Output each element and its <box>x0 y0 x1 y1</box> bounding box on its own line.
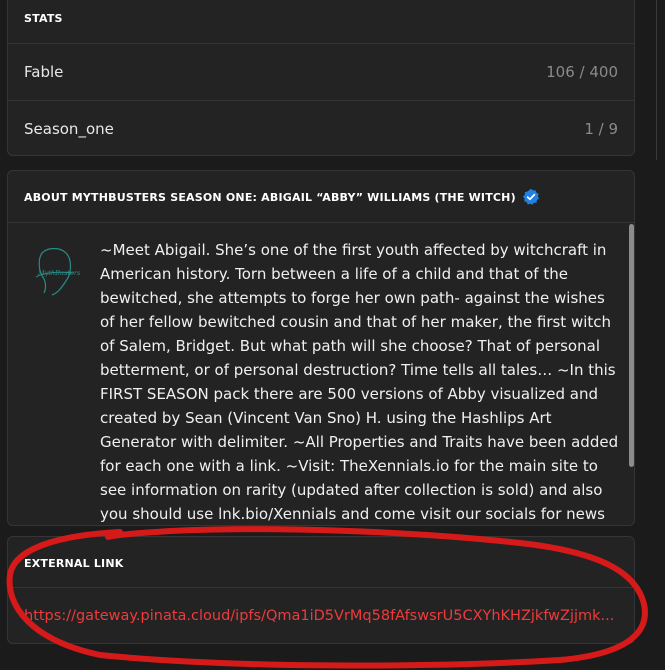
stat-name: Season_one <box>24 120 114 138</box>
stat-value: 1 / 9 <box>584 120 618 138</box>
stats-header: STATS <box>24 12 63 25</box>
stat-row-season-one: Season_one 1 / 9 <box>8 100 634 157</box>
stat-row-fable: Fable 106 / 400 <box>8 43 634 100</box>
verified-check-icon <box>522 188 540 206</box>
external-link-divider <box>8 587 634 588</box>
logo-text: MythBusters <box>37 269 81 277</box>
about-header-row[interactable]: ABOUT MYTHBUSTERS SEASON ONE: ABIGAIL “A… <box>24 185 540 209</box>
about-panel: ABOUT MYTHBUSTERS SEASON ONE: ABIGAIL “A… <box>7 170 635 526</box>
external-link-url[interactable]: https://gateway.pinata.cloud/ipfs/Qma1iD… <box>24 608 620 624</box>
stats-panel: STATS Fable 106 / 400 Season_one 1 / 9 <box>7 0 635 156</box>
about-scrollbar[interactable] <box>628 224 634 524</box>
stat-name: Fable <box>24 63 64 81</box>
external-link-panel: EXTERNAL LINK https://gateway.pinata.clo… <box>7 536 635 644</box>
page-edge-divider <box>656 0 657 160</box>
about-divider <box>8 222 634 223</box>
collection-logo: MythBusters <box>28 243 84 299</box>
about-header: ABOUT MYTHBUSTERS SEASON ONE: ABIGAIL “A… <box>24 190 516 204</box>
external-link-header: EXTERNAL LINK <box>24 557 124 570</box>
about-description: ~Meet Abigail. She’s one of the first yo… <box>100 241 619 523</box>
stat-value: 106 / 400 <box>546 63 618 81</box>
about-scrollbar-thumb[interactable] <box>629 224 634 467</box>
